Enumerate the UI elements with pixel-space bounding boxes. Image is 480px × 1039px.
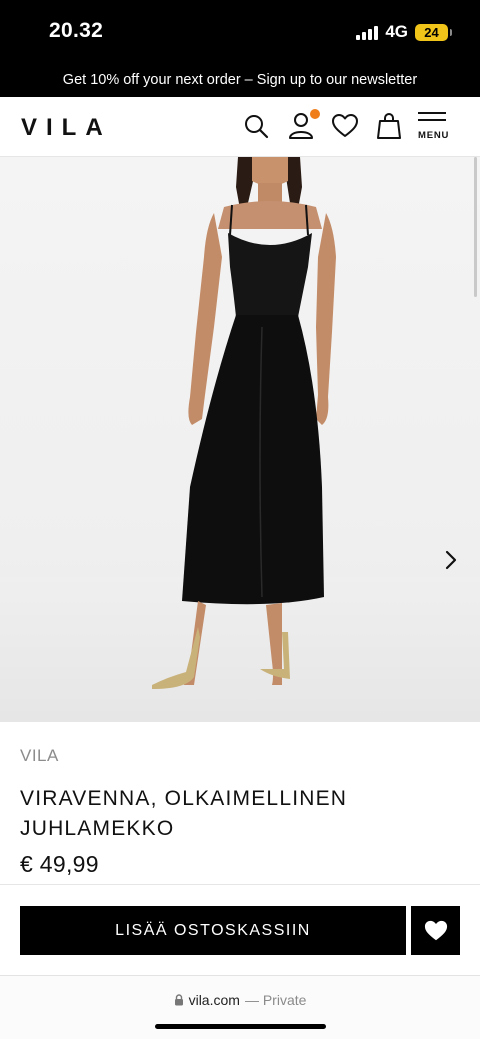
product-price: € 49,99 — [20, 851, 99, 877]
site-header: VILA MENU — [0, 97, 480, 157]
url-display[interactable]: vila.com — Private — [0, 992, 480, 1008]
status-indicators: 4G 24 — [356, 22, 452, 42]
newsletter-promo-banner[interactable]: Get 10% off your next order – Sign up to… — [0, 62, 480, 97]
network-label: 4G — [385, 22, 408, 41]
search-icon[interactable] — [241, 111, 271, 141]
gallery-scrollbar[interactable] — [474, 157, 477, 297]
url-domain: vila.com — [188, 992, 240, 1008]
menu-icon — [418, 112, 446, 121]
shopping-bag-icon[interactable] — [374, 111, 404, 141]
status-bar: 20.32 4G 24 — [0, 0, 480, 62]
add-to-cart-button[interactable]: LISÄÄ OSTOSKASSIIN — [20, 906, 406, 955]
lock-icon — [174, 994, 183, 1006]
add-to-wishlist-button[interactable] — [411, 906, 460, 955]
vila-logo[interactable]: VILA — [21, 114, 112, 142]
product-image-gallery[interactable] — [0, 157, 480, 722]
product-image — [0, 157, 480, 722]
promo-text[interactable]: Get 10% off your next order – Sign up to… — [63, 72, 417, 88]
account-icon[interactable] — [286, 109, 320, 141]
battery-level: 24 — [424, 24, 439, 40]
product-title: VIRAVENNA, OLKAIMELLINEN JUHLAMEKKO — [20, 787, 348, 840]
status-time: 20.32 — [49, 19, 104, 42]
chevron-right-icon[interactable] — [438, 547, 464, 573]
heart-icon[interactable] — [330, 111, 360, 141]
sticky-action-bar: LISÄÄ OSTOSKASSIIN — [0, 884, 480, 974]
menu-button[interactable]: MENU — [417, 111, 451, 143]
home-indicator[interactable] — [155, 1024, 326, 1029]
signal-icon — [356, 25, 379, 40]
product-brand[interactable]: VILA — [20, 746, 59, 766]
heart-filled-icon — [424, 920, 447, 940]
menu-label: MENU — [418, 130, 450, 141]
add-to-cart-label: LISÄÄ OSTOSKASSIIN — [115, 921, 311, 939]
battery-icon: 24 — [415, 23, 452, 41]
browser-address-bar[interactable]: vila.com — Private — [0, 975, 480, 1039]
notification-dot — [310, 109, 320, 119]
private-mode-label: — Private — [244, 992, 307, 1008]
